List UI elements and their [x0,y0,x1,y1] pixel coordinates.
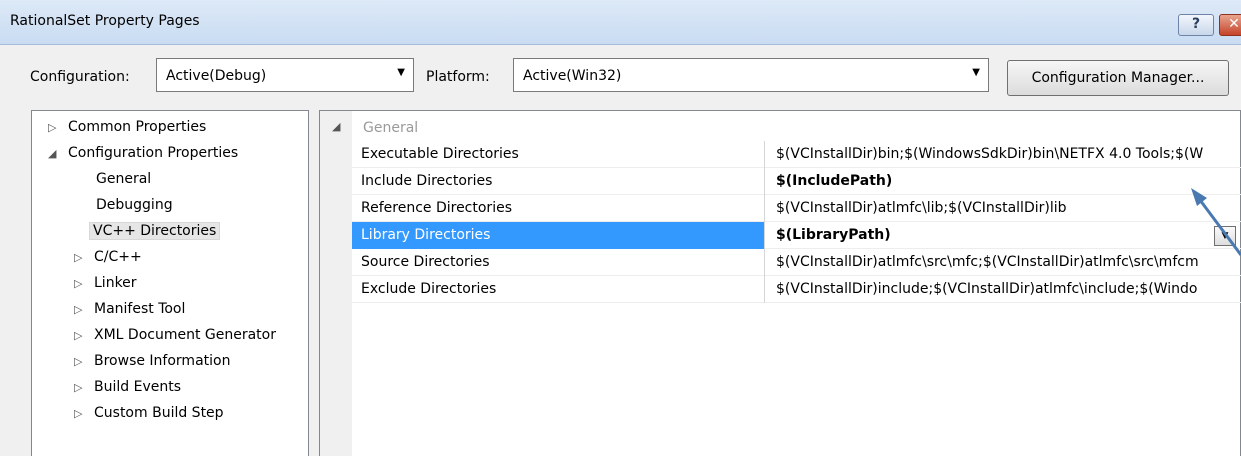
value-dropdown-button[interactable]: ▼ [1214,226,1236,246]
configuration-value: Active(Debug) [166,68,267,84]
property-row-include-directories[interactable]: Include Directories $(IncludePath) [352,168,1241,195]
section-label: General [363,120,419,136]
tree-item-label: Linker [94,275,137,291]
platform-label: Platform: [426,69,490,85]
tree-item-xml-document-generator[interactable]: ▷ XML Document Generator [74,322,276,348]
tree-item-label: Manifest Tool [94,301,186,317]
property-value[interactable]: $(VCInstallDir)atlmfc\src\mfc;$(VCInstal… [765,249,1241,276]
tree-item-configuration-properties[interactable]: ◢ Configuration Properties [48,140,238,166]
tree-item-linker[interactable]: ▷ Linker [74,270,137,296]
tree-item-manifest-tool[interactable]: ▷ Manifest Tool [74,296,185,322]
tree-item-custom-build-step[interactable]: ▷ Custom Build Step [74,400,224,426]
expand-icon[interactable]: ▷ [74,349,94,375]
property-tree[interactable]: ▷ Common Properties ◢ Configuration Proper… [31,110,309,456]
property-row-library-directories[interactable]: Library Directories $(LibraryPath) ▼ [352,222,1241,249]
expand-icon[interactable]: ▷ [48,115,68,141]
configuration-manager-button[interactable]: Configuration Manager... [1007,60,1229,96]
tree-item-build-events[interactable]: ▷ Build Events [74,374,181,400]
expand-icon[interactable]: ▷ [74,245,94,271]
property-name[interactable]: Exclude Directories [352,276,765,303]
collapse-icon[interactable]: ◢ [48,141,68,167]
title-bar: RationalSet Property Pages ? ✕ [0,0,1241,45]
tree-item-vc-directories[interactable]: VC++ Directories [89,218,221,244]
tree-item-common-properties[interactable]: ▷ Common Properties [48,114,206,140]
help-button[interactable]: ? [1178,14,1214,36]
platform-value: Active(Win32) [523,68,622,84]
property-row-reference-directories[interactable]: Reference Directories $(VCInstallDir)atl… [352,195,1241,222]
property-row-source-directories[interactable]: Source Directories $(VCInstallDir)atlmfc… [352,249,1241,276]
tree-item-label: General [96,171,152,187]
chevron-down-icon: ▼ [972,67,980,78]
tree-item-label: Build Events [94,379,181,395]
grid-margin [320,111,352,456]
property-value[interactable]: $(VCInstallDir)bin;$(WindowsSdkDir)bin\N… [765,141,1241,168]
tree-item-label: Browse Information [94,353,231,369]
collapse-icon[interactable]: ◢ [332,120,340,133]
property-grid[interactable]: ◢ General Executable Directories $(VCIns… [319,110,1241,456]
property-row-executable-directories[interactable]: Executable Directories $(VCInstallDir)bi… [352,141,1241,168]
tree-item-label: Debugging [96,197,173,213]
property-value[interactable]: $(LibraryPath) [765,222,1241,249]
chevron-down-icon: ▼ [397,67,405,78]
property-name[interactable]: Reference Directories [352,195,765,222]
close-button[interactable]: ✕ [1219,14,1241,36]
expand-icon[interactable]: ▷ [74,401,94,427]
expand-icon[interactable]: ▷ [74,323,94,349]
property-name[interactable]: Library Directories [352,222,765,249]
tree-item-label: C/C++ [94,249,142,265]
tree-item-label: VC++ Directories [89,222,221,240]
property-name[interactable]: Source Directories [352,249,765,276]
configuration-label: Configuration: [30,69,130,85]
tree-item-c-cpp[interactable]: ▷ C/C++ [74,244,142,270]
expand-icon[interactable]: ▷ [74,271,94,297]
property-name[interactable]: Executable Directories [352,141,765,168]
window-title: RationalSet Property Pages [10,13,200,29]
tree-item-general[interactable]: General [96,166,151,192]
configuration-dropdown[interactable]: Active(Debug) ▼ [156,58,414,92]
tree-item-label: Common Properties [68,119,207,135]
property-value[interactable]: $(VCInstallDir)include;$(VCInstallDir)at… [765,276,1241,303]
property-name[interactable]: Include Directories [352,168,765,195]
platform-dropdown[interactable]: Active(Win32) ▼ [513,58,989,92]
tree-item-label: Configuration Properties [68,145,239,161]
tree-item-debugging[interactable]: Debugging [96,192,173,218]
tree-item-browse-information[interactable]: ▷ Browse Information [74,348,230,374]
property-value[interactable]: $(VCInstallDir)atlmfc\lib;$(VCInstallDir… [765,195,1241,222]
expand-icon[interactable]: ▷ [74,375,94,401]
chevron-down-icon: ▼ [1221,231,1229,241]
property-row-exclude-directories[interactable]: Exclude Directories $(VCInstallDir)inclu… [352,276,1241,303]
property-value[interactable]: $(IncludePath) [765,168,1241,195]
section-general[interactable]: ◢ General [320,117,1240,141]
tree-item-label: XML Document Generator [94,327,276,343]
tree-item-label: Custom Build Step [94,405,224,421]
expand-icon[interactable]: ▷ [74,297,94,323]
